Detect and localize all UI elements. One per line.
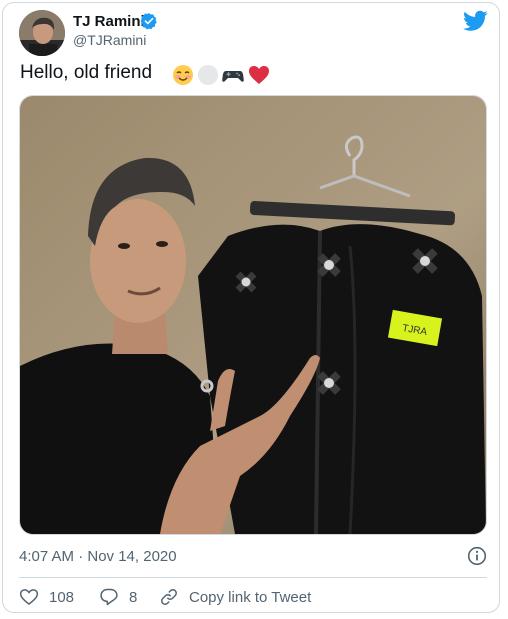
- verified-badge-icon: [140, 13, 157, 30]
- link-icon: [161, 589, 177, 605]
- smiling-face-with-blush-icon: [173, 65, 193, 85]
- reply-count: 8: [129, 588, 138, 606]
- like-count: 108: [49, 588, 75, 606]
- like-button[interactable]: 108: [19, 585, 74, 609]
- author-name[interactable]: TJ Ramini: [73, 13, 145, 30]
- twitter-bird-icon[interactable]: [463, 10, 488, 32]
- photo-illustration: TJRA: [20, 96, 486, 534]
- author-handle[interactable]: @TJRamini: [73, 32, 146, 48]
- reply-bubble-icon: [100, 588, 118, 606]
- tweet-card: TJ Ramini @TJRamini Hello, old friend TJ…: [2, 2, 500, 613]
- divider: [19, 577, 487, 578]
- video-game-controller-icon: [222, 71, 244, 82]
- copy-link-button[interactable]: Copy link to Tweet: [159, 585, 311, 609]
- red-heart-icon: [249, 66, 269, 84]
- avatar[interactable]: [19, 10, 65, 56]
- tweet-text: Hello, old friend: [20, 62, 153, 83]
- heart-icon: [19, 589, 39, 606]
- copy-link-label: Copy link to Tweet: [189, 588, 312, 606]
- reply-button[interactable]: 8: [99, 585, 137, 609]
- tweet-photo[interactable]: TJRA: [19, 95, 487, 535]
- white-circle-icon: [198, 65, 218, 85]
- tweet-timestamp[interactable]: 4:07 AM · Nov 14, 2020: [19, 548, 177, 565]
- info-icon[interactable]: [467, 546, 487, 566]
